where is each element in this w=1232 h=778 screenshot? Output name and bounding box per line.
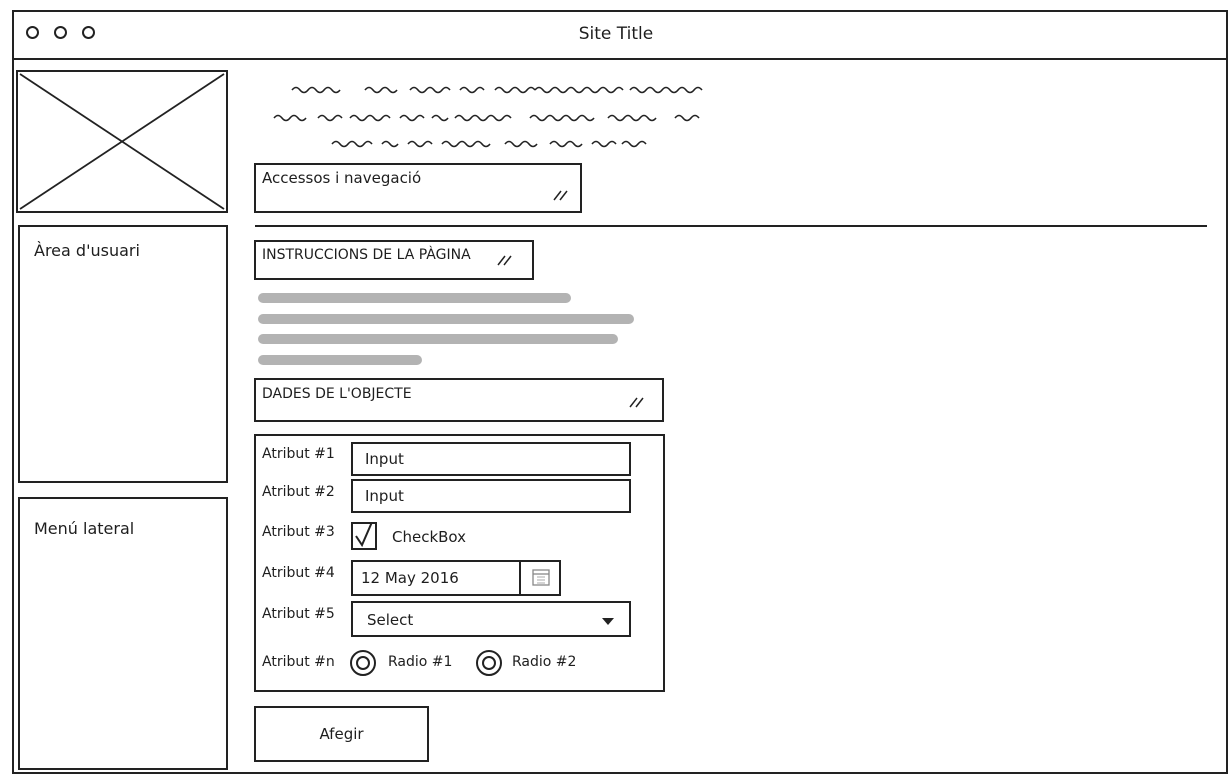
- side-menu-panel[interactable]: Menú lateral: [18, 497, 228, 770]
- attribute-3-checkbox[interactable]: [351, 522, 377, 550]
- check-icon: [355, 524, 373, 548]
- attribute-5-select-value: Select: [367, 611, 414, 629]
- user-area-panel: Àrea d'usuari: [18, 225, 228, 483]
- date-picker-button[interactable]: [519, 560, 561, 596]
- navigation-box-label: Accessos i navegació: [262, 169, 422, 187]
- attribute-3-checkbox-label[interactable]: CheckBox: [392, 528, 466, 546]
- text-line-placeholder: [258, 355, 422, 365]
- resize-icon: [553, 190, 568, 201]
- object-data-label: DADES DE L'OBJECTE: [262, 386, 412, 402]
- instructions-box: INSTRUCCIONS DE LA PÀGINA: [254, 240, 534, 280]
- logo-image-placeholder: [16, 70, 228, 213]
- image-placeholder-icon: [19, 73, 225, 210]
- radio-1-label[interactable]: Radio #1: [388, 654, 452, 670]
- radio-1[interactable]: [350, 650, 376, 676]
- resize-icon: [629, 397, 644, 408]
- attribute-5-select[interactable]: Select: [351, 601, 631, 637]
- text-line-placeholder: [258, 293, 571, 303]
- calendar-icon: [532, 569, 550, 586]
- navigation-access-box[interactable]: Accessos i navegació: [254, 163, 582, 213]
- scribble-text-placeholder: [273, 86, 703, 148]
- attribute-2-input[interactable]: Input: [351, 479, 631, 513]
- attribute-5-label: Atribut #5: [262, 606, 335, 622]
- attribute-1-input[interactable]: Input: [351, 442, 631, 476]
- radio-icon: [482, 656, 496, 670]
- attribute-4-label: Atribut #4: [262, 565, 335, 581]
- radio-2[interactable]: [476, 650, 502, 676]
- side-menu-title: Menú lateral: [34, 519, 135, 538]
- user-area-title: Àrea d'usuari: [34, 241, 140, 260]
- attribute-2-label: Atribut #2: [262, 484, 335, 500]
- content-divider: [255, 225, 1207, 227]
- add-button[interactable]: Afegir: [254, 706, 429, 762]
- instructions-label: INSTRUCCIONS DE LA PÀGINA: [262, 247, 471, 263]
- site-title: Site Title: [578, 24, 654, 44]
- resize-icon: [497, 255, 512, 266]
- attribute-n-label: Atribut #n: [262, 654, 335, 670]
- radio-2-label[interactable]: Radio #2: [512, 654, 576, 670]
- attribute-1-label: Atribut #1: [262, 446, 335, 462]
- text-line-placeholder: [258, 334, 618, 344]
- attribute-3-label: Atribut #3: [262, 524, 335, 540]
- dropdown-arrow-icon: [602, 618, 614, 625]
- object-data-box: DADES DE L'OBJECTE: [254, 378, 664, 422]
- radio-icon: [356, 656, 370, 670]
- text-line-placeholder: [258, 314, 634, 324]
- attribute-4-date-input[interactable]: 12 May 2016: [351, 560, 521, 596]
